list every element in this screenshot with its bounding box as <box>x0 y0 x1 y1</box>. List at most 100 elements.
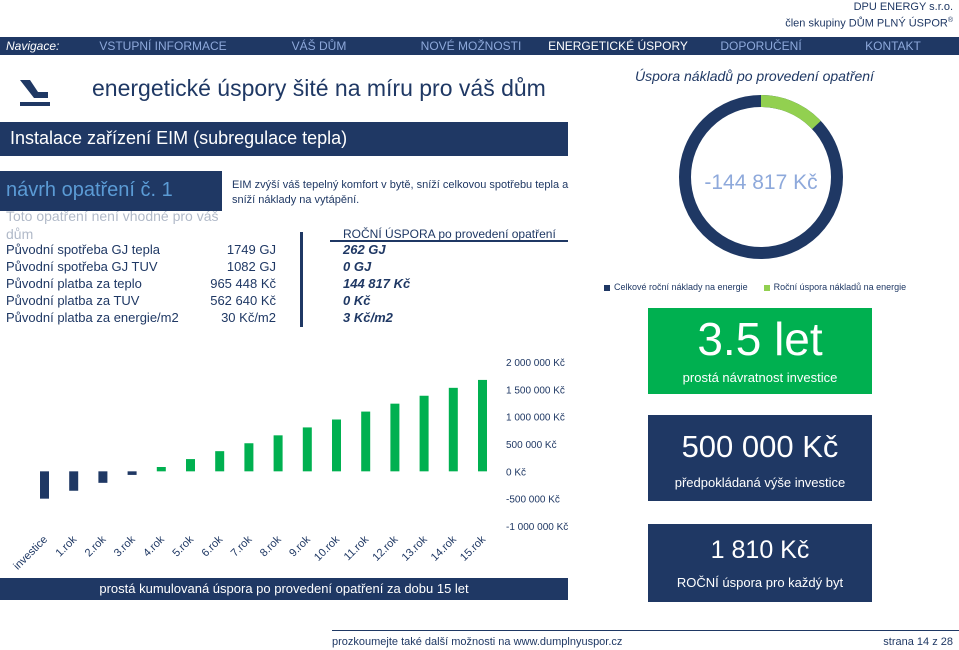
company-group: člen skupiny DŮM PLNÝ ÚSPOR® <box>785 14 953 31</box>
row-value: 965 448 Kč <box>210 276 276 291</box>
row-label: Původní platba za teplo <box>6 276 142 291</box>
nav-item-kontakt[interactable]: KONTAKT <box>828 39 958 53</box>
bar-15.rok <box>478 379 487 472</box>
legend-label-savings: Roční úspora nákladů na energie <box>773 282 907 292</box>
row-saving: 0 GJ <box>343 259 372 274</box>
x-tick-label: 4.rok <box>141 533 167 559</box>
x-tick-label: 1.rok <box>54 533 80 559</box>
unsuitable-notice: Toto opatření není vhodné pro váš dům <box>6 208 219 242</box>
row-value: 1082 GJ <box>226 259 276 274</box>
bar-14.rok <box>448 387 458 472</box>
footer-divider <box>332 630 959 631</box>
payback-label: prostá návratnost investice <box>682 370 838 385</box>
savings-logo-icon <box>20 80 50 106</box>
row-saving: 3 Kč/m2 <box>343 310 393 325</box>
y-tick-label: 0 Kč <box>506 467 526 478</box>
x-tick-label: 6.rok <box>200 533 226 559</box>
row-saving: 144 817 Kč <box>343 276 411 291</box>
registered-mark: ® <box>947 17 953 24</box>
nav-item-energeticke-uspory[interactable]: ENERGETICKÉ ÚSPORY <box>542 39 694 53</box>
y-tick-label: 1 000 000 Kč <box>506 413 565 424</box>
row-value: 562 640 Kč <box>210 293 276 308</box>
legend-label-costs: Celkové roční náklady na energie <box>614 282 748 292</box>
x-tick-label: 5.rok <box>170 533 196 559</box>
nav-item-nove-moznosti[interactable]: NOVÉ MOŽNOSTI <box>400 39 542 53</box>
nav-label: Navigace: <box>6 39 60 53</box>
x-tick-label: 7.rok <box>229 533 255 559</box>
table-row: Původní spotřeba GJ TUV 1082 GJ 0 GJ <box>6 259 566 276</box>
cumulative-savings-chart: investice 1.rok 2.rok 3.rok 4.rok 5.rok 6.rok 7… <box>11 358 568 572</box>
savings-chart-title: Úspora nákladů po provedení opatření <box>635 68 874 84</box>
row-label: Původní spotřeba GJ TUV <box>6 259 158 274</box>
legend-swatch-savings <box>763 284 770 291</box>
measure-title: Instalace zařízení EIM (subregulace tepl… <box>0 122 568 156</box>
bar-1.rok <box>69 471 79 491</box>
legend-item-costs: Celkové roční náklady na energie <box>604 282 748 292</box>
per-flat-saving-value: 1 810 Kč <box>710 536 810 564</box>
donut-center-label: -144 817 Kč <box>704 171 818 194</box>
y-tick-label: -1 000 000 Kč <box>506 522 568 533</box>
investment-label: předpokládaná výše investice <box>674 475 846 490</box>
bar-4.rok <box>156 467 166 472</box>
row-label: Původní platba za energie/m2 <box>6 310 179 325</box>
bar-7.rok <box>244 443 254 472</box>
x-tick-label: 13.rok <box>400 533 430 563</box>
y-tick-label: 2 000 000 Kč <box>506 358 565 369</box>
page-title: energetické úspory šité na míru pro váš … <box>92 75 546 101</box>
per-flat-saving-kpi: 1 810 Kč ROČNÍ úspora pro každý byt <box>648 524 872 602</box>
company-name: DPU ENERGY s.r.o. <box>853 1 953 13</box>
legend-item-savings: Roční úspora nákladů na energie <box>763 282 907 292</box>
row-value: 1749 GJ <box>226 242 276 257</box>
bar-9.rok <box>302 427 312 472</box>
row-saving: 262 GJ <box>343 242 386 257</box>
company-group-label: člen skupiny DŮM PLNÝ ÚSPOR <box>785 17 948 30</box>
x-tick-label: 14.rok <box>429 533 459 563</box>
x-tick-label: 9.rok <box>287 533 313 559</box>
bar-13.rok <box>419 395 429 472</box>
navigation-bar: Navigace: VSTUPNÍ INFORMACE VÁŠ DŮM NOVÉ… <box>0 37 959 55</box>
payback-value: 3.5 let <box>697 313 823 365</box>
table-row: Původní platba za TUV 562 640 Kč 0 Kč <box>6 293 566 310</box>
page-number: strana 14 z 28 <box>883 636 953 648</box>
y-tick-label: -500 000 Kč <box>506 495 560 506</box>
row-label: Původní spotřeba GJ tepla <box>6 242 160 257</box>
y-tick-label: 1 500 000 Kč <box>506 385 565 396</box>
x-tick-label: 11.rok <box>342 533 372 563</box>
company-header: DPU ENERGY s.r.o. člen skupiny DŮM PLNÝ … <box>785 0 953 31</box>
bar-6.rok <box>215 451 225 472</box>
x-tick-label: 8.rok <box>258 533 284 559</box>
x-tick-label: 15.rok <box>458 533 488 563</box>
donut-legend: Celkové roční náklady na energie Roční ú… <box>604 282 906 292</box>
y-tick-label: 500 000 Kč <box>506 440 557 451</box>
website-link[interactable]: prozkoumejte také další možnosti na www.… <box>332 636 622 648</box>
nav-item-vas-dum[interactable]: VÁŠ DŮM <box>238 39 400 53</box>
row-saving: 0 Kč <box>343 293 371 308</box>
x-tick-label: 3.rok <box>112 533 138 559</box>
payback-kpi: 3.5 let prostá návratnost investice <box>648 308 872 394</box>
legend-swatch-costs <box>604 284 610 291</box>
investment-value: 500 000 Kč <box>681 429 839 464</box>
proposal-label: návrh opatření č. 1 <box>0 171 222 211</box>
nav-item-vstupni-informace[interactable]: VSTUPNÍ INFORMACE <box>88 39 238 53</box>
nav-item-doporuceni[interactable]: DOPORUČENÍ <box>694 39 828 53</box>
table-row: Původní platba za teplo 965 448 Kč 144 8… <box>6 276 566 293</box>
x-tick-label: 10.rok <box>312 533 342 563</box>
chart-footer: prostá kumulovaná úspora po provedení op… <box>0 578 568 600</box>
x-tick-label: 12.rok <box>370 533 400 563</box>
investment-kpi: 500 000 Kč předpokládaná výše investice <box>648 415 872 501</box>
annual-savings-header: ROČNÍ ÚSPORA po provedení opatření <box>343 227 556 241</box>
row-value: 30 Kč/m2 <box>221 310 276 325</box>
bar-2.rok <box>98 471 108 483</box>
x-tick-label: 2.rok <box>83 533 109 559</box>
bar-investice <box>40 471 49 499</box>
bar-5.rok <box>186 459 195 472</box>
bar-3.rok <box>127 471 137 475</box>
bar-11.rok <box>361 411 371 472</box>
bar-10.rok <box>332 419 341 472</box>
table-row: Původní spotřeba GJ tepla 1749 GJ 262 GJ <box>6 242 566 259</box>
per-flat-saving-label: ROČNÍ úspora pro každý byt <box>676 575 844 590</box>
bar-12.rok <box>390 403 400 472</box>
row-label: Původní platba za TUV <box>6 293 140 308</box>
table-row: Původní platba za energie/m2 30 Kč/m2 3 … <box>6 310 566 327</box>
measure-description: EIM zvýší váš tepelný komfort v bytě, sn… <box>232 179 569 206</box>
